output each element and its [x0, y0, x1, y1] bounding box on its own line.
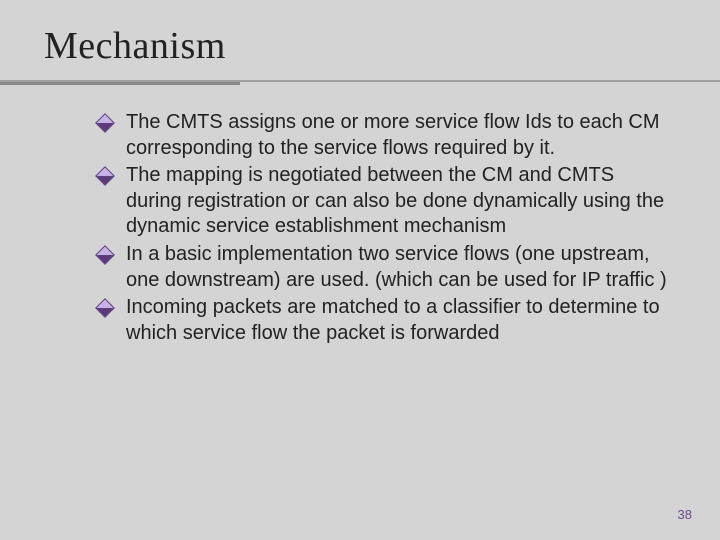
diamond-icon — [95, 298, 115, 318]
diamond-icon — [95, 166, 115, 186]
slide-title: Mechanism — [44, 24, 226, 68]
title-divider — [0, 80, 720, 82]
bullet-text: Incoming packets are matched to a classi… — [126, 296, 660, 344]
bullet-text: In a basic implementation two service fl… — [126, 243, 667, 291]
slide: Mechanism The CMTS assigns one or more s… — [0, 0, 720, 540]
bullet-text: The CMTS assigns one or more service flo… — [126, 111, 660, 159]
content-area: The CMTS assigns one or more service flo… — [98, 110, 668, 348]
bullet-text: The mapping is negotiated between the CM… — [126, 164, 664, 237]
page-number: 38 — [678, 507, 692, 522]
list-item: The mapping is negotiated between the CM… — [98, 163, 668, 240]
diamond-icon — [95, 245, 115, 265]
list-item: In a basic implementation two service fl… — [98, 242, 668, 293]
list-item: Incoming packets are matched to a classi… — [98, 295, 668, 346]
list-item: The CMTS assigns one or more service flo… — [98, 110, 668, 161]
bullet-list: The CMTS assigns one or more service flo… — [98, 110, 668, 346]
diamond-icon — [95, 113, 115, 133]
